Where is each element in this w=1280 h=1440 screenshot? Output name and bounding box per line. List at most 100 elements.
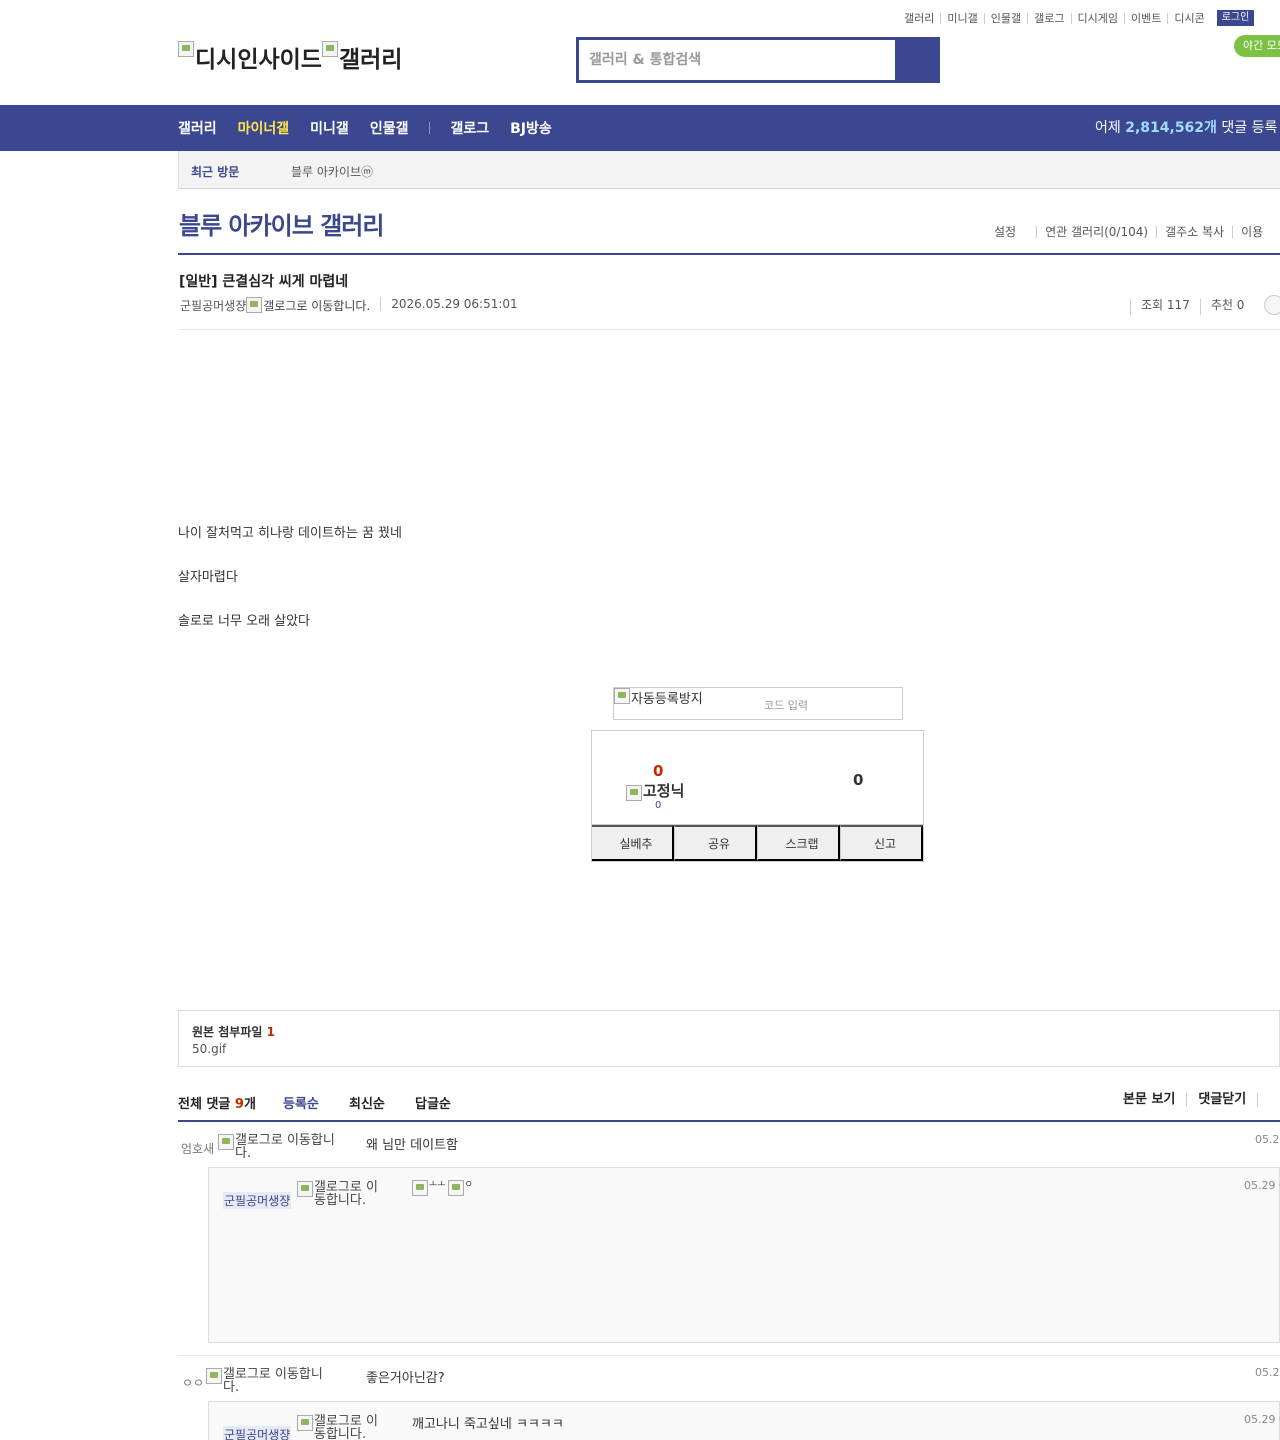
nav-gallog[interactable]: 갤로그 — [450, 118, 489, 138]
stat-value: 2,814,562개 — [1125, 120, 1217, 136]
captcha-alt: 자동등록방지 — [631, 692, 703, 707]
reply-gallog-link[interactable]: 갤로그로 이동합니다. — [297, 1181, 386, 1207]
nav-gallery[interactable]: 갤러리 — [178, 118, 217, 138]
post-info: 군필공머생쟝 갤로그로 이동합니다. 2026.05.29 06:51:01 — [180, 297, 518, 314]
captcha-input[interactable]: 코드 입력 — [764, 697, 808, 713]
attachment-title: 원본 첨부파일 1 — [192, 1025, 275, 1039]
comment-nick[interactable]: ㅇㅇ — [182, 1374, 204, 1391]
reply-nick[interactable]: 군필공머생쟝 — [223, 1192, 292, 1209]
attachment-count: 1 — [266, 1025, 275, 1039]
broken-image-icon — [614, 688, 630, 704]
comment-text: 좋은거아닌감? — [366, 1371, 445, 1386]
report-button[interactable]: 신고 — [840, 825, 923, 861]
comments-header: 전체 댓글 9개 등록순 최신순 답글순 본문 보기 댓글닫기 — [178, 1093, 1280, 1122]
comment-total: 전체 댓글 9개 — [178, 1097, 256, 1112]
broken-image-icon — [297, 1415, 313, 1431]
scrap-button[interactable]: 스크랩 — [757, 825, 840, 861]
util-link-gallog[interactable]: 갤로그 — [1027, 12, 1070, 24]
post-author[interactable]: 군필공머생쟝 — [180, 297, 246, 314]
broken-image-icon — [447, 1180, 464, 1196]
util-link-minigall[interactable]: 미니갤 — [940, 12, 983, 24]
util-link-gallery[interactable]: 갤러리 — [904, 13, 940, 24]
broken-image-icon — [412, 1180, 428, 1196]
close-comments-button[interactable]: 댓글닫기 — [1186, 1093, 1257, 1106]
dccon-alt: ㅗㅗ — [429, 1180, 446, 1190]
post-date: 2026.05.29 06:51:01 — [380, 297, 518, 311]
top-util-nav: 갤러리 미니갤 인물갤 갤로그 디시게임 이벤트 디시콘 로그인 — [904, 10, 1280, 26]
gallery-options: 설정 연관 갤러리(0/104) 갤주소 복사 이용 — [994, 226, 1271, 238]
recent-visit-title[interactable]: 최근 방문 — [191, 163, 239, 180]
broken-image-icon — [178, 41, 194, 57]
broken-image-icon — [218, 1134, 234, 1150]
search-bar: 갤러리 & 통합검색 — [576, 37, 940, 83]
post-body-line: 살자마렵다 — [178, 570, 238, 585]
comment-divider — [178, 1355, 1280, 1356]
search-button[interactable] — [895, 40, 937, 80]
comment-text: 왜 님만 데이트함 — [366, 1138, 458, 1153]
captcha-box: 자동등록방지 코드 입력 — [613, 687, 903, 720]
comment-date: 05.29 — [1255, 1366, 1280, 1379]
broken-image-icon — [206, 1368, 222, 1384]
reply-date: 05.29 0 — [1244, 1413, 1280, 1426]
search-icon — [907, 51, 924, 68]
comment-date: 05.29 — [1255, 1133, 1280, 1146]
comment-nick[interactable]: 엄호새 — [181, 1140, 214, 1157]
fixed-nick-count: 0 — [655, 800, 662, 811]
sort-latest[interactable]: 최신순 — [349, 1093, 385, 1112]
stat-prefix: 어제 — [1095, 120, 1121, 136]
reply-dccon: ㅗㅗ ㅇ — [412, 1180, 473, 1196]
post-title: [일반] 큰결심각 씨게 마렵네 — [179, 274, 349, 290]
comment-jump-button[interactable] — [1264, 295, 1280, 315]
night-mode-toggle[interactable]: 야간 모드 — [1234, 35, 1280, 57]
comment-gallog-link[interactable]: 갤로그로 이동합니다. — [206, 1368, 333, 1394]
best-recommend-button[interactable]: 실베추 — [592, 825, 674, 861]
login-button[interactable]: 로그인 — [1216, 10, 1255, 26]
comments-refresh-button[interactable] — [1257, 1093, 1280, 1106]
site-logo[interactable]: 디시인사이드 갤러리 — [178, 40, 402, 74]
recent-visit-item[interactable]: 블루 아카이브ⓜ — [291, 163, 373, 180]
comment-gallog-link[interactable]: 갤로그로 이동합니다. — [218, 1134, 345, 1160]
logo-gallery-alt: 갤러리 — [338, 47, 403, 73]
gallery-settings-link[interactable]: 설정 — [994, 226, 1036, 238]
sort-registered[interactable]: 등록순 — [283, 1093, 319, 1112]
nav-divider — [429, 122, 431, 134]
reply-text: 깨고나니 죽고싶네 ㅋㅋㅋㅋ — [412, 1417, 564, 1432]
comment-stat: 어제 2,814,562개 댓글 등록 — [1095, 105, 1277, 151]
related-gallery-link[interactable]: 연관 갤러리(0/104) — [1036, 226, 1156, 238]
upvote-count: 0 — [653, 762, 664, 780]
attachment-file-link[interactable]: 50.gif — [192, 1042, 226, 1056]
recent-visit-bar: 최근 방문 블루 아카이브ⓜ — [178, 151, 1280, 189]
nav-bj-broadcast[interactable]: BJ방송 — [510, 118, 552, 138]
gallery-title[interactable]: 블루 아카이브 갤러리 — [179, 206, 384, 241]
util-link-person-gall[interactable]: 인물갤 — [983, 12, 1027, 24]
gallery-title-underline — [178, 253, 1280, 255]
broken-image-icon — [246, 297, 263, 313]
recommend-count: 추천 0 — [1199, 299, 1255, 315]
recommend-box: 0 고정닉 0 0 실베추 공유 스크랩 신고 — [591, 730, 924, 862]
util-link-event[interactable]: 이벤트 — [1123, 12, 1167, 24]
reply-item: 군필공머생쟝 갤로그로 이동합니다. ㅗㅗ ㅇ 05.29 0 — [208, 1167, 1280, 1343]
reply-date: 05.29 0 — [1244, 1179, 1280, 1192]
nav-minor-gallery[interactable]: 마이너갤 — [238, 118, 290, 138]
util-link-dccon[interactable]: 디시콘 — [1167, 12, 1210, 24]
downvote-count: 0 — [853, 771, 864, 789]
view-count: 조회 117 — [1130, 299, 1200, 315]
reply-nick[interactable]: 군필공머생쟝 — [223, 1426, 292, 1440]
nav-person-gallery[interactable]: 인물갤 — [370, 118, 409, 138]
author-gallog-link[interactable]: 갤로그로 이동합니다. — [246, 297, 370, 314]
usage-link[interactable]: 이용 — [1232, 226, 1271, 238]
share-button[interactable]: 공유 — [674, 825, 757, 861]
post-body-line: 나이 잘처먹고 히나랑 데이트하는 꿈 꿨네 — [178, 526, 402, 541]
copy-gallery-url-link[interactable]: 갤주소 복사 — [1156, 226, 1232, 238]
captcha-image: 자동등록방지 — [614, 688, 703, 707]
fixed-nick-upvote: 고정닉 — [626, 780, 684, 801]
post-header-divider — [178, 329, 1280, 330]
gallog-alt-text: 갤로그로 이동합니다. — [263, 299, 371, 313]
reply-gallog-link[interactable]: 갤로그로 이동합니다. — [297, 1415, 386, 1440]
util-link-dcgame[interactable]: 디시게임 — [1070, 12, 1124, 24]
sort-replies[interactable]: 답글순 — [415, 1093, 451, 1112]
broken-image-icon — [321, 41, 338, 57]
nav-mini-gallery[interactable]: 미니갤 — [310, 118, 349, 138]
view-post-button[interactable]: 본문 보기 — [1123, 1093, 1186, 1106]
search-input[interactable]: 갤러리 & 통합검색 — [579, 40, 895, 80]
